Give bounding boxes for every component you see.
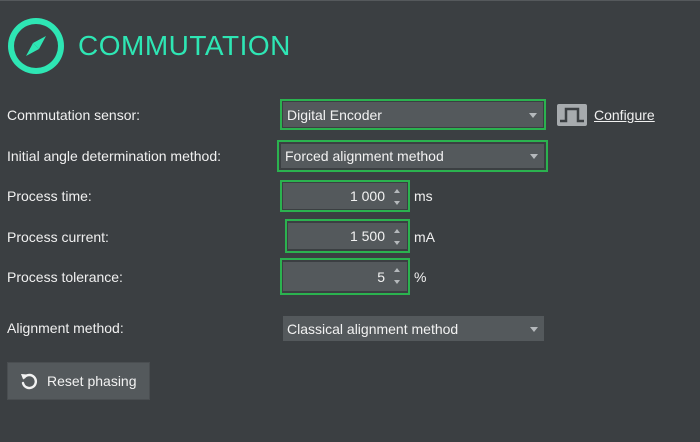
initial-angle-value: Forced alignment method <box>285 148 444 164</box>
reset-phasing-button[interactable]: Reset phasing <box>7 362 150 400</box>
process-tolerance-unit: % <box>414 269 427 285</box>
process-current-input[interactable]: 1 500 <box>288 223 407 249</box>
process-time-input[interactable]: 1 000 <box>283 183 407 209</box>
commutation-sensor-value: Digital Encoder <box>287 106 382 123</box>
page-title: COMMUTATION <box>78 30 291 61</box>
reset-icon <box>21 373 38 390</box>
alignment-method-label: Alignment method: <box>7 320 124 336</box>
alignment-method-value: Classical alignment method <box>287 320 459 337</box>
process-current-unit: mA <box>414 229 435 245</box>
initial-angle-select[interactable]: Forced alignment method <box>281 144 544 168</box>
configure-link[interactable]: Configure <box>594 107 655 123</box>
initial-angle-label: Initial angle determination method: <box>7 148 222 164</box>
spinner-arrows-icon[interactable] <box>393 265 403 287</box>
process-tolerance-label: Process tolerance: <box>7 269 123 285</box>
process-current-value: 1 500 <box>349 228 385 244</box>
top-border <box>0 0 700 1</box>
spinner-arrows-icon[interactable] <box>393 186 403 208</box>
square-wave-icon[interactable] <box>557 104 587 126</box>
process-time-value: 1 000 <box>349 188 385 204</box>
commutation-sensor-label: Commutation sensor: <box>7 107 141 123</box>
chevron-down-icon <box>529 112 537 118</box>
alignment-method-select[interactable]: Classical alignment method <box>283 316 544 341</box>
spinner-arrows-icon[interactable] <box>393 226 403 248</box>
process-tolerance-value: 5 <box>377 268 385 285</box>
compass-icon <box>8 18 64 74</box>
process-time-label: Process time: <box>7 188 92 204</box>
chevron-down-icon <box>530 326 538 332</box>
commutation-sensor-select[interactable]: Digital Encoder <box>283 102 543 127</box>
process-current-label: Process current: <box>7 229 109 245</box>
page-header: COMMUTATION <box>8 14 291 78</box>
process-time-unit: ms <box>414 188 433 204</box>
process-tolerance-input[interactable]: 5 <box>283 262 407 291</box>
reset-phasing-label: Reset phasing <box>47 373 137 389</box>
chevron-down-icon <box>530 154 538 159</box>
